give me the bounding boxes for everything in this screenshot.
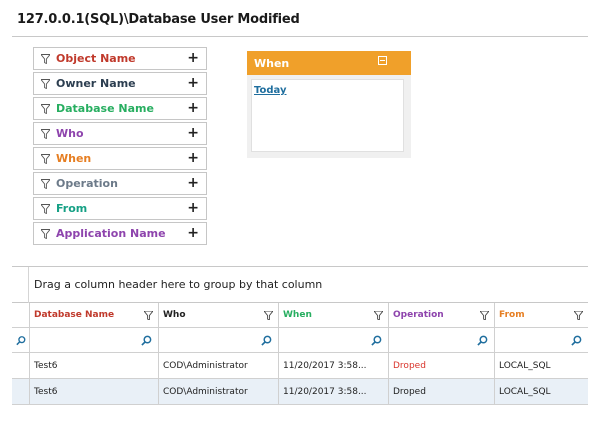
search-operation-input[interactable] bbox=[389, 328, 495, 352]
add-icon[interactable]: + bbox=[187, 176, 199, 190]
cell-who[interactable]: COD\Administrator bbox=[159, 353, 279, 378]
row-indicator[interactable] bbox=[12, 353, 30, 378]
cell-database-name[interactable]: Test6 bbox=[30, 379, 159, 404]
add-icon[interactable]: + bbox=[187, 151, 199, 165]
grid-header-row: Database Name Who When Operation From bbox=[12, 303, 588, 328]
group-by-hint: Drag a column header here to group by th… bbox=[34, 278, 323, 291]
column-header-when[interactable]: When bbox=[279, 303, 389, 327]
search-icon bbox=[477, 335, 488, 346]
when-panel-title: When bbox=[254, 56, 290, 70]
filter-icon bbox=[41, 153, 50, 164]
cell-when[interactable]: 11/20/2017 3:58... bbox=[279, 379, 389, 404]
collapse-icon[interactable] bbox=[378, 56, 387, 65]
row-search-cell[interactable] bbox=[12, 328, 30, 352]
grid-search-row bbox=[12, 328, 588, 353]
column-filter-icon[interactable] bbox=[480, 311, 489, 320]
search-from-input[interactable] bbox=[495, 328, 588, 352]
row-indicator-header bbox=[12, 303, 30, 327]
column-filter-icon[interactable] bbox=[574, 311, 583, 320]
search-icon bbox=[141, 335, 152, 346]
filter-application-name[interactable]: Application Name + bbox=[33, 222, 207, 245]
search-icon bbox=[261, 335, 272, 346]
cell-from[interactable]: LOCAL_SQL bbox=[495, 353, 588, 378]
title-divider bbox=[12, 36, 588, 37]
table-row[interactable]: Test6 COD\Administrator 11/20/2017 3:58.… bbox=[12, 353, 588, 379]
filter-icon bbox=[41, 228, 50, 239]
group-by-panel[interactable]: Drag a column header here to group by th… bbox=[12, 267, 588, 303]
filter-label: When bbox=[56, 152, 92, 165]
add-icon[interactable]: + bbox=[187, 101, 199, 115]
filter-database-name[interactable]: Database Name + bbox=[33, 97, 207, 120]
filter-object-name[interactable]: Object Name + bbox=[33, 47, 207, 70]
search-who-input[interactable] bbox=[159, 328, 279, 352]
column-header-operation[interactable]: Operation bbox=[389, 303, 495, 327]
cell-when[interactable]: 11/20/2017 3:58... bbox=[279, 353, 389, 378]
column-header-label: Who bbox=[163, 310, 186, 320]
filter-label: Object Name bbox=[56, 52, 136, 65]
filter-icon bbox=[41, 128, 50, 139]
filter-operation[interactable]: Operation + bbox=[33, 172, 207, 195]
search-when-input[interactable] bbox=[279, 328, 389, 352]
when-panel-body: Today bbox=[251, 79, 404, 152]
column-header-database-name[interactable]: Database Name bbox=[30, 303, 159, 327]
row-indicator-column bbox=[12, 267, 29, 303]
add-icon[interactable]: + bbox=[187, 226, 199, 240]
when-panel: When Today bbox=[247, 51, 411, 158]
page-title: 127.0.0.1(SQL)\Database User Modified bbox=[17, 12, 300, 27]
row-indicator[interactable] bbox=[12, 379, 30, 404]
table-row[interactable]: Test6 COD\Administrator 11/20/2017 3:58.… bbox=[12, 379, 588, 405]
search-database-name-input[interactable] bbox=[30, 328, 159, 352]
filter-label: Who bbox=[56, 127, 84, 140]
column-filter-icon[interactable] bbox=[144, 311, 153, 320]
search-icon bbox=[371, 335, 382, 346]
filter-label: Owner Name bbox=[56, 77, 136, 90]
filter-icon bbox=[41, 178, 50, 189]
cell-database-name[interactable]: Test6 bbox=[30, 353, 159, 378]
filter-who[interactable]: Who + bbox=[33, 122, 207, 145]
data-grid: Database Name Who When Operation From Te… bbox=[12, 303, 588, 405]
search-icon bbox=[571, 335, 582, 346]
search-icon bbox=[16, 335, 26, 345]
cell-operation[interactable]: Droped bbox=[389, 379, 495, 404]
column-header-from[interactable]: From bbox=[495, 303, 588, 327]
filter-icon bbox=[41, 53, 50, 64]
filter-label: Database Name bbox=[56, 102, 154, 115]
filter-icon bbox=[41, 203, 50, 214]
filter-list: Object Name + Owner Name + Database Name… bbox=[33, 47, 207, 247]
filter-label: Operation bbox=[56, 177, 118, 190]
add-icon[interactable]: + bbox=[187, 126, 199, 140]
column-header-label: From bbox=[499, 310, 525, 320]
add-icon[interactable]: + bbox=[187, 76, 199, 90]
filter-from[interactable]: From + bbox=[33, 197, 207, 220]
filter-when[interactable]: When + bbox=[33, 147, 207, 170]
filter-icon bbox=[41, 103, 50, 114]
column-filter-icon[interactable] bbox=[264, 311, 273, 320]
column-header-label: Database Name bbox=[34, 310, 115, 320]
today-link[interactable]: Today bbox=[254, 85, 286, 96]
column-header-label: When bbox=[283, 310, 312, 320]
cell-operation[interactable]: Droped bbox=[389, 353, 495, 378]
filter-label: Application Name bbox=[56, 227, 166, 240]
when-panel-header: When bbox=[247, 51, 411, 75]
column-filter-icon[interactable] bbox=[374, 311, 383, 320]
add-icon[interactable]: + bbox=[187, 201, 199, 215]
column-header-who[interactable]: Who bbox=[159, 303, 279, 327]
filter-owner-name[interactable]: Owner Name + bbox=[33, 72, 207, 95]
cell-who[interactable]: COD\Administrator bbox=[159, 379, 279, 404]
cell-from[interactable]: LOCAL_SQL bbox=[495, 379, 588, 404]
filter-label: From bbox=[56, 202, 88, 215]
column-header-label: Operation bbox=[393, 310, 444, 320]
filter-icon bbox=[41, 78, 50, 89]
add-icon[interactable]: + bbox=[187, 51, 199, 65]
